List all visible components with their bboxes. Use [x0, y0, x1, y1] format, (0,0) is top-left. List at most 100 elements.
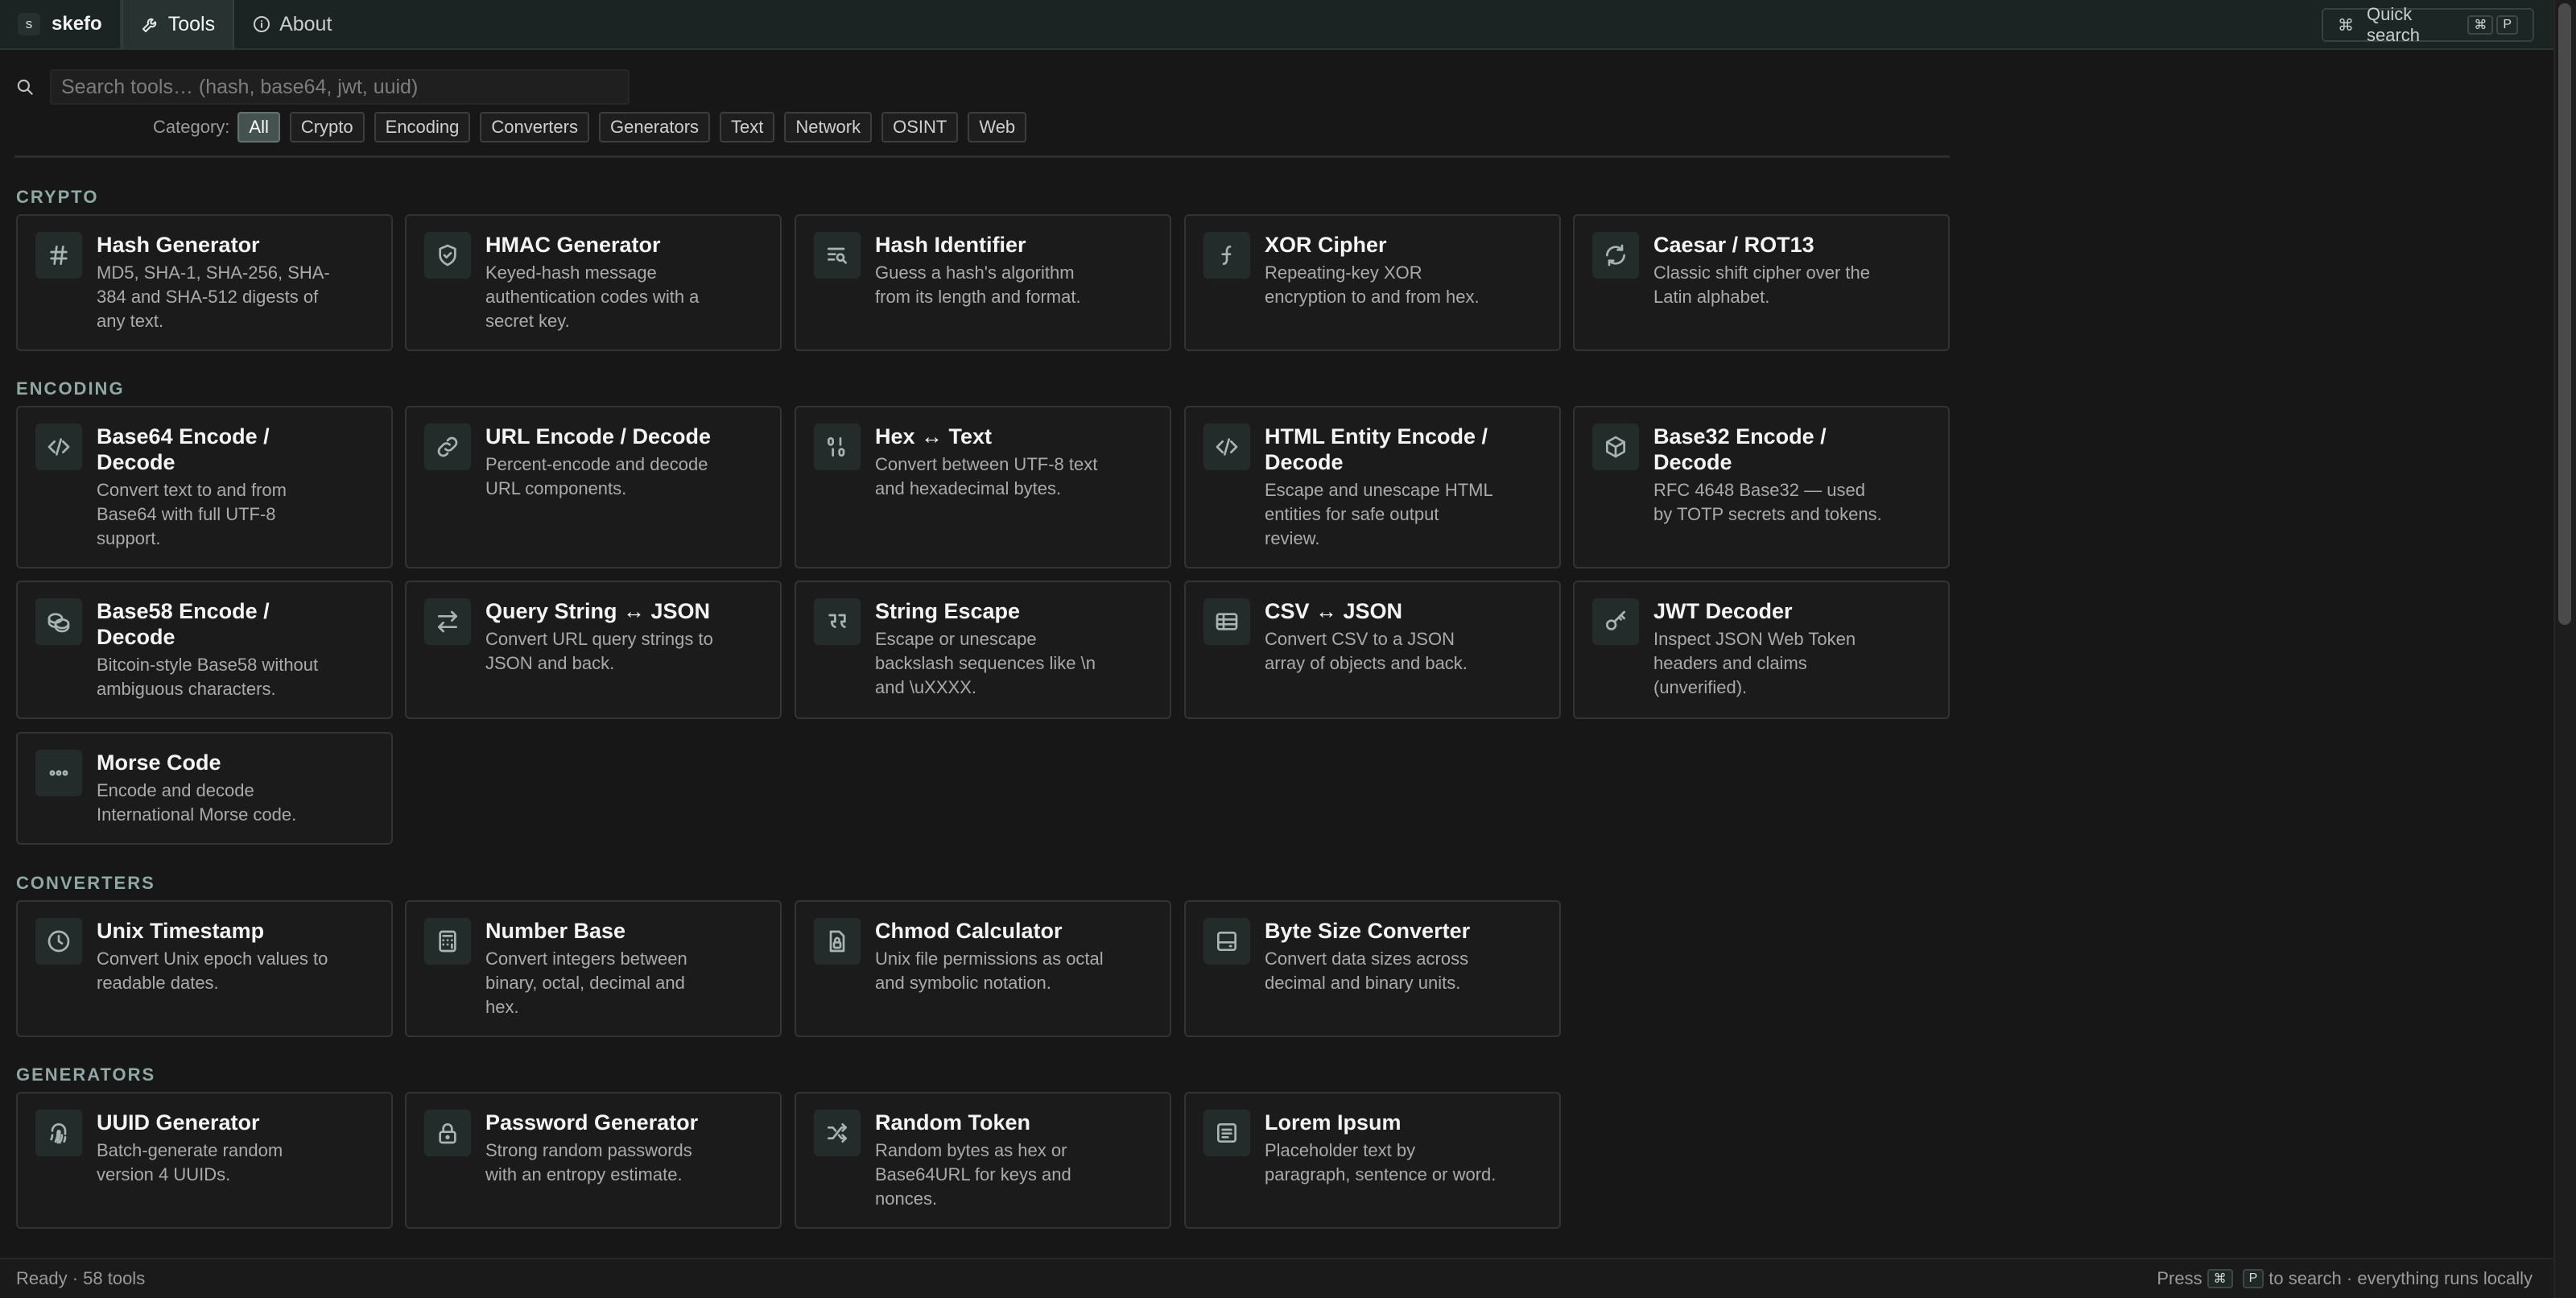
- category-chip-generators[interactable]: Generators: [598, 112, 711, 143]
- search-row: [14, 69, 630, 105]
- quick-search-button[interactable]: ⌘ Quick search ⌘ P: [2322, 4, 2534, 45]
- kbd-key: ⌘: [2207, 1269, 2233, 1288]
- quote-icon: [814, 598, 861, 645]
- code-icon: [1203, 424, 1250, 470]
- tool-description: Placeholder text by paragraph, sentence …: [1265, 1140, 1496, 1184]
- tool-description: Convert data sizes across decimal and bi…: [1265, 949, 1469, 993]
- tool-description: Encode and decode International Morse co…: [97, 780, 297, 825]
- kbd-key: P: [2242, 1269, 2264, 1288]
- category-chip-encoding[interactable]: Encoding: [374, 112, 471, 143]
- tool-title: Hash Generator: [97, 233, 260, 257]
- brand[interactable]: s skefo: [0, 0, 122, 49]
- tool-description: Random bytes as hex or Base64URL for key…: [875, 1140, 1071, 1209]
- tool-card[interactable]: Unix Timestamp Convert Unix epoch values …: [16, 900, 393, 1037]
- tool-card[interactable]: String Escape Escape or unescape backslas…: [795, 581, 1171, 719]
- tool-card[interactable]: Base32 Encode / Decode RFC 4648 Base32 — …: [1573, 406, 1950, 568]
- tool-card[interactable]: Password Generator Strong random password…: [405, 1092, 782, 1229]
- tool-description: Strong random passwords with an entropy …: [485, 1140, 692, 1184]
- tool-card[interactable]: Hex ↔ Text Convert between UTF-8 text and…: [795, 406, 1171, 568]
- tool-title: Chmod Calculator: [875, 919, 1063, 943]
- tool-card[interactable]: Morse Code Encode and decode Internationa…: [16, 732, 393, 845]
- hard-drive-icon: [1203, 918, 1250, 965]
- tool-card[interactable]: HMAC Generator Keyed-hash message authent…: [405, 214, 782, 351]
- shield-check-icon: [424, 232, 471, 279]
- scrollbar[interactable]: [2553, 0, 2576, 1298]
- tool-card[interactable]: Hash Generator MD5, SHA-1, SHA-256, SHA-3…: [16, 214, 393, 351]
- tool-card[interactable]: JWT Decoder Inspect JSON Web Token header…: [1573, 581, 1950, 719]
- category-chip-web[interactable]: Web: [968, 112, 1027, 143]
- tool-title: Caesar / ROT13: [1653, 233, 1814, 257]
- tool-card[interactable]: XOR Cipher Repeating-key XOR encryption t…: [1184, 214, 1561, 351]
- tool-description: MD5, SHA-1, SHA-256, SHA-384 and SHA-512…: [97, 262, 330, 331]
- tool-card[interactable]: Lorem Ipsum Placeholder text by paragraph…: [1184, 1092, 1561, 1229]
- info-icon: [254, 16, 270, 32]
- tool-title: HTML Entity Encode / Decode: [1265, 424, 1488, 474]
- category-chip-all[interactable]: All: [237, 112, 280, 143]
- tool-card[interactable]: UUID Generator Batch-generate random vers…: [16, 1092, 393, 1229]
- tool-description: Repeating-key XOR encryption to and from…: [1265, 262, 1480, 307]
- search-input[interactable]: [50, 69, 630, 105]
- kbd-key: ⌘: [2467, 15, 2494, 35]
- key-icon: [1592, 598, 1639, 645]
- tool-title: URL Encode / Decode: [485, 424, 712, 449]
- status-hint-text: to search · everything runs locally: [2268, 1268, 2533, 1288]
- tool-title: Hex ↔ Text: [875, 424, 993, 449]
- status-bar: Ready · 58 tools Press ⌘ P to search · e…: [0, 1258, 2553, 1298]
- text-search-icon: [814, 232, 861, 279]
- function-icon: [1203, 232, 1250, 279]
- tool-description: Convert between UTF-8 text and hexadecim…: [875, 454, 1098, 498]
- tool-card[interactable]: Byte Size Converter Convert data sizes ac…: [1184, 900, 1561, 1037]
- tool-description: Keyed-hash message authentication codes …: [485, 262, 700, 331]
- section-title-converters: CONVERTERS: [16, 873, 155, 893]
- tool-title: Morse Code: [97, 750, 221, 775]
- tool-card[interactable]: Hash Identifier Guess a hash's algorithm …: [795, 214, 1171, 351]
- scrollbar-thumb[interactable]: [2558, 3, 2571, 625]
- fingerprint-icon: [35, 1110, 82, 1156]
- tool-description: Convert integers between binary, octal, …: [485, 949, 687, 1017]
- tool-card[interactable]: CSV ↔ JSON Convert CSV to a JSON array of…: [1184, 581, 1561, 719]
- tool-title: UUID Generator: [97, 1110, 260, 1135]
- section-title-generators: GENERATORS: [16, 1064, 156, 1085]
- tool-description: Unix file permissions as octal and symbo…: [875, 949, 1104, 993]
- tool-description: Percent-encode and decode URL components…: [485, 454, 708, 498]
- refresh-icon: [1592, 232, 1639, 279]
- shuffle-icon: [814, 1110, 861, 1156]
- category-chip-converters[interactable]: Converters: [480, 112, 589, 143]
- file-lock-icon: [814, 918, 861, 965]
- tool-title: HMAC Generator: [485, 233, 661, 257]
- category-chip-text[interactable]: Text: [720, 112, 775, 143]
- tool-title: Base32 Encode / Decode: [1653, 424, 1827, 474]
- category-chip-osint[interactable]: OSINT: [881, 112, 959, 143]
- tool-title: Random Token: [875, 1110, 1031, 1135]
- category-chip-network[interactable]: Network: [784, 112, 873, 143]
- tool-card[interactable]: HTML Entity Encode / Decode Escape and un…: [1184, 406, 1561, 568]
- tool-card[interactable]: Base58 Encode / Decode Bitcoin-style Base…: [16, 581, 393, 719]
- tool-title: Base64 Encode / Decode: [97, 424, 270, 474]
- tab-about[interactable]: About: [234, 0, 349, 49]
- calculator-icon: [424, 918, 471, 965]
- tool-card[interactable]: Random Token Random bytes as hex or Base6…: [795, 1092, 1171, 1229]
- app-window: s skefo Tools About ⌘ Quick search ⌘ P C…: [0, 0, 2576, 1298]
- tool-title: Unix Timestamp: [97, 919, 265, 943]
- kbd-key: P: [2496, 15, 2518, 35]
- search-icon: [17, 79, 33, 95]
- tool-title: Hash Identifier: [875, 233, 1026, 257]
- tool-title: Query String ↔ JSON: [485, 599, 711, 623]
- tab-tools[interactable]: Tools: [121, 0, 235, 49]
- category-filter: Category: All Crypto Encoding Converters Gen…: [153, 111, 1036, 143]
- tab-tools-label: Tools: [167, 12, 216, 35]
- tool-card[interactable]: Query String ↔ JSON Convert URL query str…: [405, 581, 782, 719]
- tool-description: Convert URL query strings to JSON and ba…: [485, 629, 713, 673]
- quick-search-label: Quick search: [2367, 4, 2421, 45]
- tool-card[interactable]: Number Base Convert integers between bina…: [405, 900, 782, 1037]
- tool-card[interactable]: Chmod Calculator Unix file permissions as…: [795, 900, 1171, 1037]
- tool-card[interactable]: Base64 Encode / Decode Convert text to an…: [16, 406, 393, 568]
- brand-logo: s: [18, 13, 40, 35]
- category-chip-crypto[interactable]: Crypto: [289, 112, 365, 143]
- tool-description: Escape or unescape backslash sequences l…: [875, 629, 1096, 697]
- tool-card[interactable]: URL Encode / Decode Percent-encode and de…: [405, 406, 782, 568]
- tool-card[interactable]: Caesar / ROT13 Classic shift cipher over …: [1573, 214, 1950, 351]
- tool-description: Convert CSV to a JSON array of objects a…: [1265, 629, 1468, 673]
- tab-about-label: About: [279, 12, 332, 35]
- table-icon: [1203, 598, 1250, 645]
